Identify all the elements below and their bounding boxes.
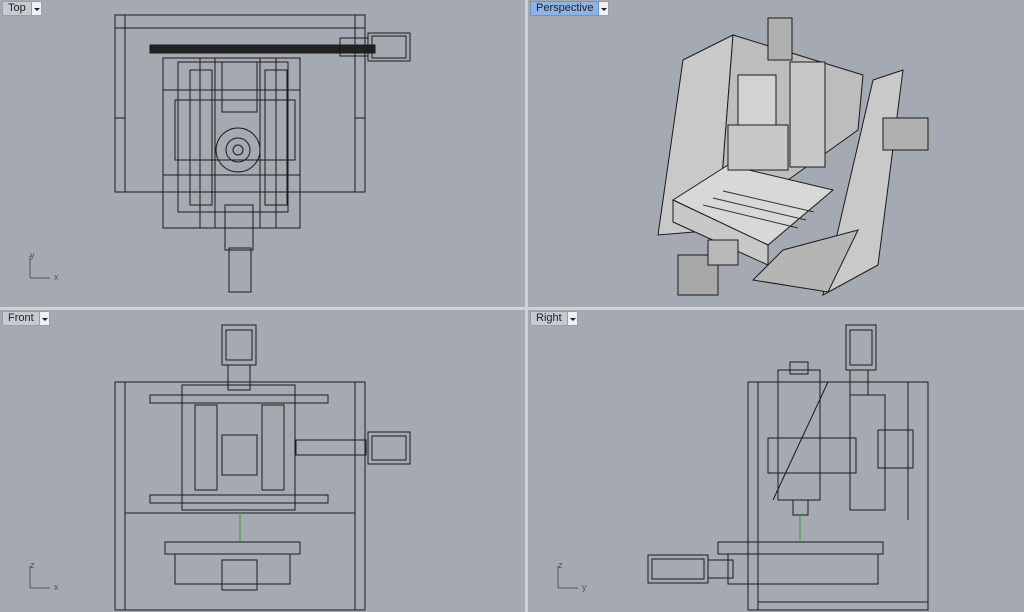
viewport-perspective[interactable]: Perspective	[528, 0, 1024, 307]
axis-label-y: y	[582, 582, 587, 592]
top-view-drawing	[114, 14, 411, 293]
viewport-right[interactable]: Right z y	[528, 310, 1024, 612]
axis-label-z: z	[558, 560, 563, 570]
axis-label-x: x	[54, 582, 59, 592]
front-view-drawing	[114, 324, 411, 611]
right-view-drawing	[647, 324, 929, 611]
axis-label-y: y	[30, 250, 35, 260]
axis-label-z: z	[30, 560, 35, 570]
perspective-view-drawing	[657, 17, 929, 296]
viewport-front[interactable]: Front z x	[0, 310, 525, 612]
axis-label-x: x	[54, 272, 59, 282]
viewport-top[interactable]: Top y x	[0, 0, 525, 307]
